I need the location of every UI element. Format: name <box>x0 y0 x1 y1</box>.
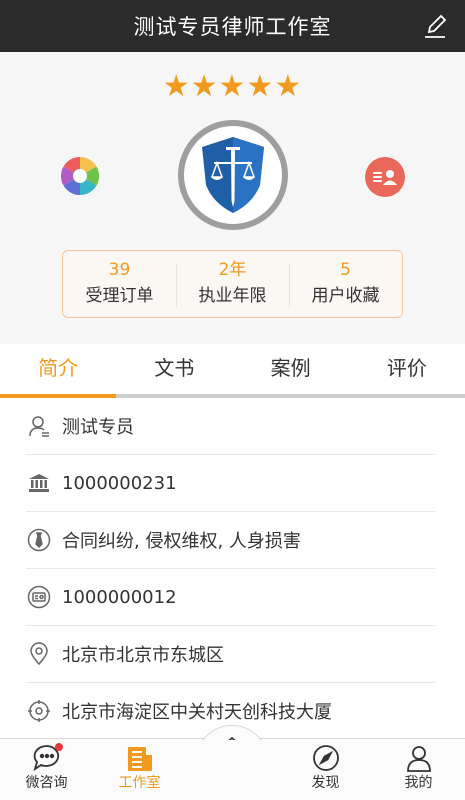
title-bar: 测试专员律师工作室 <box>0 0 465 52</box>
nav-mine[interactable]: 我的 <box>372 739 465 800</box>
list-item-region: 北京市北京市东城区 <box>26 626 435 683</box>
tab-documents[interactable]: 文书 <box>116 344 232 394</box>
person-icon <box>26 413 52 439</box>
tab-intro[interactable]: 简介 <box>0 344 117 398</box>
stat-label: 执业年限 <box>198 286 267 306</box>
stat-favorites[interactable]: 5 用户收藏 <box>289 251 402 317</box>
location-pin-icon <box>26 641 52 667</box>
building-icon <box>127 747 152 771</box>
address-value: 北京市海淀区中关村天创科技大厦 <box>62 702 332 723</box>
bottom-nav: 首页 微咨询 工作室 发现 我的 <box>0 725 465 800</box>
list-item-license: 1000000012 <box>26 569 435 626</box>
rating-stars: ★★★★★ <box>162 69 303 104</box>
tie-icon <box>26 527 52 553</box>
intro-list: 测试专员 1000000231 合同纠纷, 侵权维权, 人身损害 1000000… <box>0 398 465 738</box>
stats-panel: 39 受理订单 2年 执业年限 5 用户收藏 <box>62 250 403 318</box>
stat-label: 受理订单 <box>85 286 154 306</box>
nav-consult-label: 微咨询 <box>25 775 68 791</box>
tab-cases[interactable]: 案例 <box>233 344 349 394</box>
profile-tabs: 简介 文书 案例 评价 <box>0 344 465 398</box>
business-card-icon[interactable] <box>365 157 405 197</box>
notification-dot <box>55 743 63 751</box>
justice-shield-icon <box>202 137 264 213</box>
stat-value: 5 <box>340 260 351 280</box>
user-icon <box>406 746 431 772</box>
edit-icon[interactable] <box>421 12 449 40</box>
page-title: 测试专员律师工作室 <box>133 15 332 39</box>
stat-value: 2年 <box>218 260 247 280</box>
nav-discover[interactable]: 发现 <box>279 739 372 800</box>
compass-icon <box>312 745 339 771</box>
list-item-name: 测试专员 <box>26 398 435 455</box>
share-icon[interactable] <box>60 156 100 196</box>
lawyer-profile: ★★★★★ 39 受理订单 2年 执业年限 5 用户收藏 <box>0 52 465 344</box>
bank-icon <box>26 470 52 496</box>
stat-orders[interactable]: 39 受理订单 <box>63 251 176 317</box>
lawyer-avatar[interactable] <box>178 120 288 230</box>
specialties-value: 合同纠纷, 侵权维权, 人身损害 <box>62 531 301 552</box>
nav-mine-label: 我的 <box>404 775 433 791</box>
stat-label: 用户收藏 <box>311 286 380 306</box>
nav-studio-label: 工作室 <box>118 775 161 791</box>
crosshair-icon <box>26 698 52 724</box>
list-item-firm-id: 1000000231 <box>26 455 435 512</box>
license-value: 1000000012 <box>62 586 177 608</box>
tab-reviews[interactable]: 评价 <box>349 344 465 394</box>
stat-value: 39 <box>108 260 131 280</box>
firm-id-value: 1000000231 <box>62 472 177 494</box>
lawyer-name: 测试专员 <box>62 417 134 438</box>
region-value: 北京市北京市东城区 <box>62 645 224 666</box>
list-item-specialties: 合同纠纷, 侵权维权, 人身损害 <box>26 512 435 569</box>
license-card-icon <box>26 584 52 610</box>
nav-studio[interactable]: 工作室 <box>93 739 186 800</box>
nav-discover-label: 发现 <box>311 775 340 791</box>
nav-consult[interactable]: 微咨询 <box>0 739 93 800</box>
stat-years[interactable]: 2年 执业年限 <box>176 251 289 317</box>
